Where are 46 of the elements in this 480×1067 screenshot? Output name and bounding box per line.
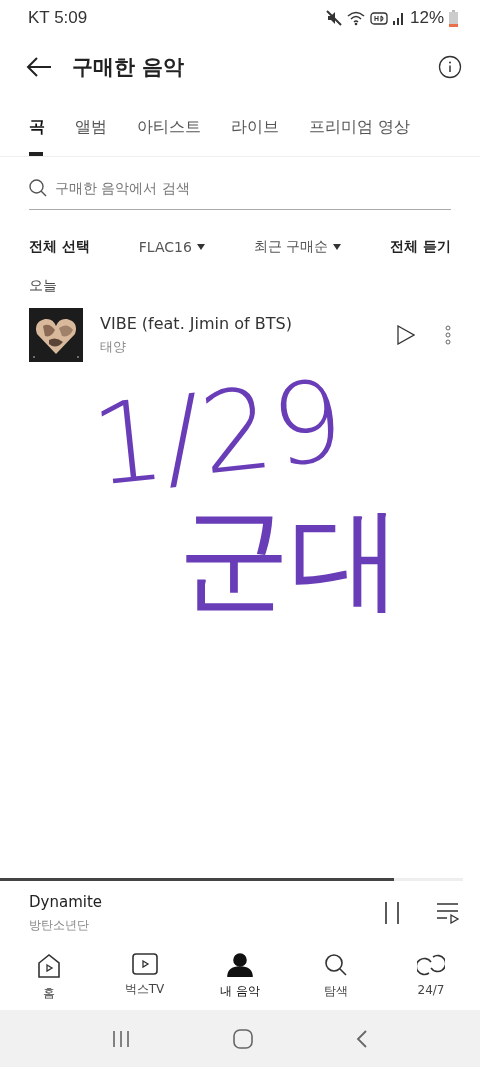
playback-progress[interactable] (0, 878, 463, 881)
search-icon (323, 953, 348, 977)
pause-button[interactable] (382, 901, 402, 925)
nav-tab[interactable]: 벅스TV (109, 945, 180, 1010)
nav-tab[interactable]: 24/7 (396, 945, 466, 1010)
play-button[interactable] (397, 325, 415, 345)
hd-icon (369, 11, 388, 25)
player-title: Dynamite (29, 892, 103, 911)
video-play-icon (131, 953, 158, 975)
nav-tab[interactable]: 내 음악 (205, 945, 275, 1010)
section-heading: 오늘 (28, 276, 58, 295)
dropdown-caret-icon (196, 244, 205, 250)
search-field[interactable]: 구매한 음악에서 검색 (53, 179, 451, 197)
home-icon (37, 953, 61, 979)
info-button[interactable] (438, 55, 462, 79)
select-all-button[interactable]: 전체 선택 (29, 238, 90, 256)
wifi-icon (346, 10, 365, 26)
search-icon (29, 179, 47, 197)
song-artist: 태양 (100, 338, 127, 356)
playlist-button[interactable] (436, 902, 460, 924)
dropdown-caret-icon (333, 244, 342, 250)
recent-apps-button[interactable] (111, 1029, 130, 1048)
tab[interactable]: 앨범 (60, 98, 122, 156)
tab[interactable]: 곡 (14, 98, 60, 156)
home-button[interactable] (233, 1028, 253, 1049)
quality-dropdown[interactable]: FLAC16 (138, 239, 205, 255)
play-all-button[interactable]: 전체 듣기 (390, 238, 451, 256)
battery-percent: 12% (409, 8, 444, 28)
song-title: VIBE (feat. Jimin of BTS) (100, 314, 293, 333)
sort-dropdown[interactable]: 최근 구매순 (253, 238, 342, 256)
tab[interactable]: 아티스트 (122, 98, 216, 156)
nav-tab[interactable]: 홈 (14, 945, 84, 1010)
nav-tab[interactable]: 탐색 (300, 945, 371, 1010)
mute-icon (325, 10, 342, 26)
back-nav-button[interactable] (356, 1028, 369, 1049)
signal-icon (392, 11, 405, 25)
more-button[interactable] (445, 325, 451, 345)
back-button[interactable] (26, 57, 52, 77)
carrier-time: KT 5:09 (28, 8, 88, 28)
player-artist: 방탄소년단 (29, 916, 90, 934)
tab[interactable]: 프리미엄 영상 (294, 98, 426, 156)
loop-icon (417, 953, 445, 977)
person-icon (227, 953, 253, 977)
battery-icon (449, 9, 458, 27)
tab[interactable]: 라이브 (216, 98, 294, 156)
page-title: 구매한 음악 (72, 54, 186, 81)
